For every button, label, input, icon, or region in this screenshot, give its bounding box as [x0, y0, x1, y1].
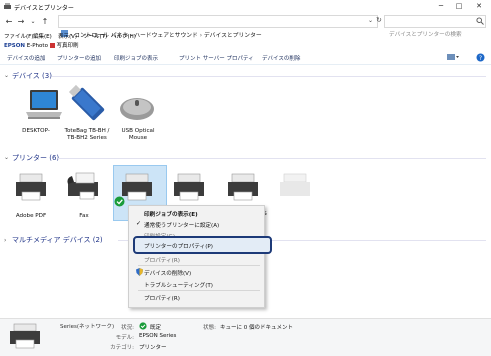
details-category-value: プリンター [139, 345, 167, 351]
default-check-icon [139, 322, 147, 330]
back-arrow-icon[interactable]: ← [4, 16, 14, 27]
devices-collapse-icon[interactable]: ⌄ [4, 72, 9, 79]
printer-icon[interactable] [172, 172, 206, 202]
device-label-mouse: USB Optical Mouse [121, 128, 155, 141]
multimedia-divider-right [266, 240, 486, 241]
details-state-value: キューに 0 個のドキュメント [220, 325, 293, 331]
add-printer-button[interactable]: プリンターの追加 [57, 54, 101, 62]
devices-divider [52, 76, 486, 77]
epson-brand: EPSON [4, 43, 26, 49]
close-button[interactable]: ✕ [472, 1, 486, 11]
menu-edit[interactable]: 編集(E) [33, 32, 52, 40]
view-print-jobs-button[interactable]: 印刷ジョブの表示 [114, 54, 158, 62]
maximize-button[interactable]: □ [452, 1, 466, 11]
window-title: デバイスとプリンター [14, 5, 74, 12]
ctx-troubleshoot[interactable]: トラブルシューティング(T) [144, 281, 213, 289]
details-model-label: モデル: [115, 335, 134, 341]
ctx-properties-partial[interactable]: プロパティ(R) [144, 256, 180, 264]
default-check-icon [114, 196, 125, 207]
printer-icon[interactable] [120, 172, 154, 202]
view-options-icon[interactable] [447, 53, 459, 62]
menu-file[interactable]: ファイル(F) [4, 32, 33, 40]
refresh-icon[interactable]: ↻ [376, 16, 382, 24]
address-row: ← → ⌄ ↑ › コントロール パネル › ハードウェアとサウンド › デバイ… [0, 13, 491, 39]
printers-collapse-icon[interactable]: ⌄ [4, 154, 9, 161]
ctx-remove-device[interactable]: デバイスの削除(V) [144, 269, 191, 277]
printer-icon[interactable] [278, 172, 312, 202]
menu-view[interactable]: 表示(V) [58, 32, 77, 40]
ctx-properties[interactable]: プロパティ(R) [144, 294, 180, 302]
menu-tools[interactable]: ツール(T) [83, 32, 107, 40]
shield-icon [136, 268, 143, 276]
forward-arrow-icon[interactable]: → [16, 16, 26, 27]
fax-icon[interactable] [66, 170, 102, 202]
printers-group-header[interactable]: プリンター (6) [12, 153, 59, 163]
search-icon[interactable] [476, 17, 484, 25]
multimedia-group-header[interactable]: マルチメディア デバイス (2) [12, 235, 103, 245]
printer-icon[interactable] [14, 172, 48, 202]
details-status-label: 状況: [121, 325, 134, 331]
device-label-totebag: ToteBag TB-BH / TB-BH2 Series [64, 128, 110, 141]
ctx-separator-2 [138, 290, 260, 291]
usb-drive-icon[interactable] [66, 82, 110, 126]
details-state-label: 状態: [203, 325, 216, 331]
mouse-icon[interactable] [118, 94, 156, 124]
details-category-label: カテゴリ: [110, 345, 134, 351]
devices-group-header[interactable]: デバイス (3) [12, 71, 52, 81]
svg-text:?: ? [479, 55, 482, 62]
ctx-checkmark-icon: ✓ [136, 220, 142, 227]
multimedia-expand-icon[interactable]: › [4, 237, 6, 244]
epson-photo-print[interactable]: 写真印刷 [56, 43, 78, 49]
details-model-value: EPSON Series [139, 333, 177, 339]
printer-label-fax: Fax [79, 213, 89, 219]
remove-device-button[interactable]: デバイスの削除 [262, 54, 300, 62]
photo-print-icon [49, 43, 55, 48]
add-device-button[interactable]: デバイスの追加 [7, 54, 45, 62]
epson-app-label[interactable]: E-Photo [27, 43, 48, 49]
address-bar[interactable] [58, 15, 378, 28]
recent-dropdown-icon[interactable]: ⌄ [28, 16, 38, 27]
search-input[interactable] [384, 15, 486, 28]
ctx-separator [138, 265, 260, 266]
up-arrow-icon[interactable]: ↑ [40, 16, 50, 27]
address-dropdown-icon[interactable]: ⌄ [368, 17, 373, 24]
laptop-icon[interactable] [24, 88, 64, 124]
menu-help[interactable]: ヘルプ(H) [111, 32, 136, 40]
details-status-value: 既定 [150, 325, 162, 331]
title-bar: デバイスとプリンター ─ □ ✕ [0, 0, 491, 13]
help-icon[interactable]: ? [476, 53, 485, 62]
ctx-set-default[interactable]: 通常使うプリンターに設定(A) [144, 221, 219, 229]
multimedia-divider [118, 240, 128, 241]
device-label-desktop: DESKTOP- [22, 128, 50, 134]
printer-icon [10, 323, 40, 349]
epson-toolbar: EPSON E-Photo 写真印刷 [4, 41, 78, 49]
ctx-printer-properties[interactable]: プリンターのプロパティ(P) [144, 242, 213, 250]
printers-divider [58, 158, 486, 159]
minimize-button[interactable]: ─ [434, 1, 448, 11]
ctx-view-print-jobs[interactable]: 印刷ジョブの表示(E) [144, 210, 198, 218]
print-server-properties-button[interactable]: プリント サーバー プロパティ [179, 54, 254, 62]
printer-icon[interactable] [226, 172, 260, 202]
printer-label-adobe-pdf: Adobe PDF [15, 213, 47, 219]
devices-printers-icon [4, 3, 11, 9]
